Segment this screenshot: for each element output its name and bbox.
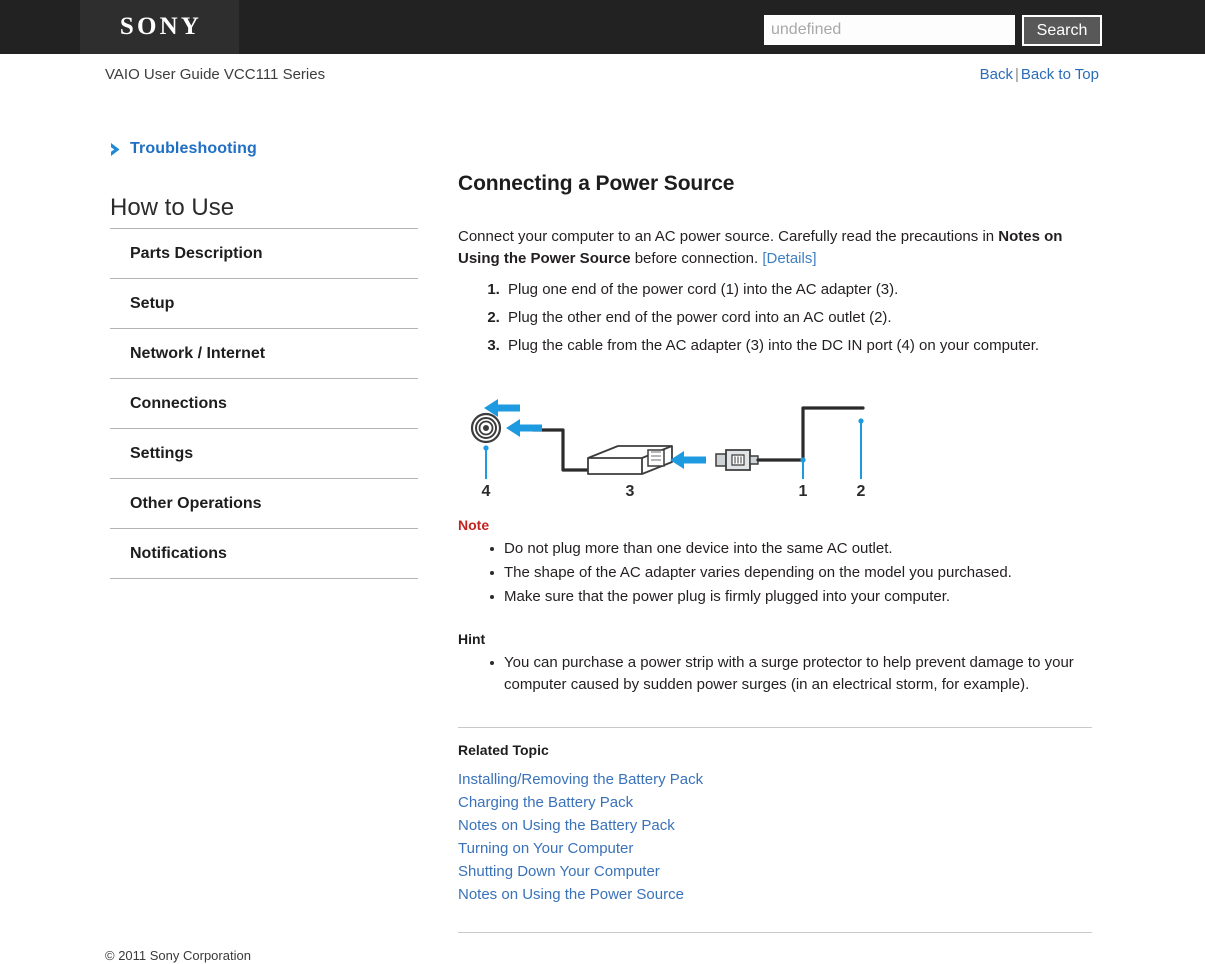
top-nav-links: Back | Back to Top: [980, 66, 1099, 83]
related-topic-list: Installing/Removing the Battery Pack Cha…: [458, 768, 1092, 906]
related-link[interactable]: Notes on Using the Battery Pack: [458, 814, 1092, 837]
sidebar-item-parts-description[interactable]: Parts Description: [110, 229, 418, 279]
site-header: SONY Search: [0, 0, 1205, 54]
sidebar-item-notifications[interactable]: Notifications: [110, 529, 418, 579]
guide-title: VAIO User Guide VCC111 Series: [105, 66, 326, 83]
sidebar-item-other-operations[interactable]: Other Operations: [110, 479, 418, 529]
related-link[interactable]: Notes on Using the Power Source: [458, 883, 1092, 906]
sidebar: Troubleshooting How to Use Parts Descrip…: [110, 140, 418, 579]
steps-list: Plug one end of the power cord (1) into …: [458, 276, 1092, 360]
sidebar-item-settings[interactable]: Settings: [110, 429, 418, 479]
dc-in-port-graphic: [470, 412, 502, 444]
callout-4: 4: [482, 483, 491, 500]
sidebar-section-heading: How to Use: [110, 194, 418, 229]
details-link[interactable]: [Details]: [762, 250, 816, 267]
sony-logo-text: SONY: [119, 13, 203, 40]
callout-1: 1: [799, 483, 808, 500]
arrow-to-adapter: [670, 451, 706, 469]
sidebar-item-troubleshooting-label: Troubleshooting: [130, 140, 257, 157]
intro-text-part1: Connect your computer to an AC power sou…: [458, 228, 999, 245]
related-link[interactable]: Shutting Down Your Computer: [458, 860, 1092, 883]
intro-text-part2: before connection.: [630, 250, 763, 267]
power-connection-diagram: 4 3 1 2: [458, 386, 1092, 501]
power-connection-diagram-svg: 4 3 1 2: [470, 399, 866, 500]
note-item: The shape of the AC adapter varies depen…: [490, 561, 1092, 585]
chevron-right-icon: [110, 142, 123, 157]
page-title: Connecting a Power Source: [458, 172, 735, 195]
hint-item: You can purchase a power strip with a su…: [490, 651, 1092, 697]
hint-list: You can purchase a power strip with a su…: [458, 651, 1092, 697]
sony-logo[interactable]: SONY: [80, 0, 239, 54]
sidebar-item-setup[interactable]: Setup: [110, 279, 418, 329]
search-input[interactable]: [764, 15, 1015, 45]
step-item: Plug the other end of the power cord int…: [504, 304, 1092, 332]
step-item: Plug one end of the power cord (1) into …: [504, 276, 1092, 304]
related-link[interactable]: Turning on Your Computer: [458, 837, 1092, 860]
intro-paragraph: Connect your computer to an AC power sou…: [458, 226, 1092, 270]
footer-copyright: © 2011 Sony Corporation: [105, 948, 251, 963]
hint-heading: Hint: [458, 631, 486, 647]
callout-3: 3: [626, 483, 635, 500]
main-content: Connecting a Power Source Connect your c…: [458, 172, 1092, 933]
note-list: Do not plug more than one device into th…: [458, 537, 1092, 609]
related-topic-heading: Related Topic: [458, 742, 549, 758]
step-item: Plug the cable from the AC adapter (3) i…: [504, 332, 1092, 360]
arrow-to-dc-in: [506, 419, 542, 437]
back-link[interactable]: Back: [980, 66, 1013, 83]
related-link[interactable]: Installing/Removing the Battery Pack: [458, 768, 1092, 791]
sub-header: VAIO User Guide VCC111 Series Back | Back …: [0, 54, 1205, 94]
search-area: Search: [764, 15, 1102, 46]
search-button[interactable]: Search: [1022, 15, 1102, 46]
nav-separator: |: [1014, 66, 1019, 83]
note-item: Do not plug more than one device into th…: [490, 537, 1092, 561]
related-link[interactable]: Charging the Battery Pack: [458, 791, 1092, 814]
sidebar-item-connections[interactable]: Connections: [110, 379, 418, 429]
sidebar-item-network-internet[interactable]: Network / Internet: [110, 329, 418, 379]
note-item: Make sure that the power plug is firmly …: [490, 585, 1092, 609]
callout-2: 2: [857, 483, 866, 500]
back-to-top-link[interactable]: Back to Top: [1021, 66, 1099, 83]
sidebar-item-troubleshooting[interactable]: Troubleshooting: [110, 140, 418, 158]
power-cord-plug-graphic: [715, 449, 759, 471]
content-bottom-divider: [458, 932, 1092, 933]
related-topic-divider: [458, 727, 1092, 728]
ac-adapter-graphic: [587, 445, 673, 475]
note-heading: Note: [458, 517, 490, 533]
